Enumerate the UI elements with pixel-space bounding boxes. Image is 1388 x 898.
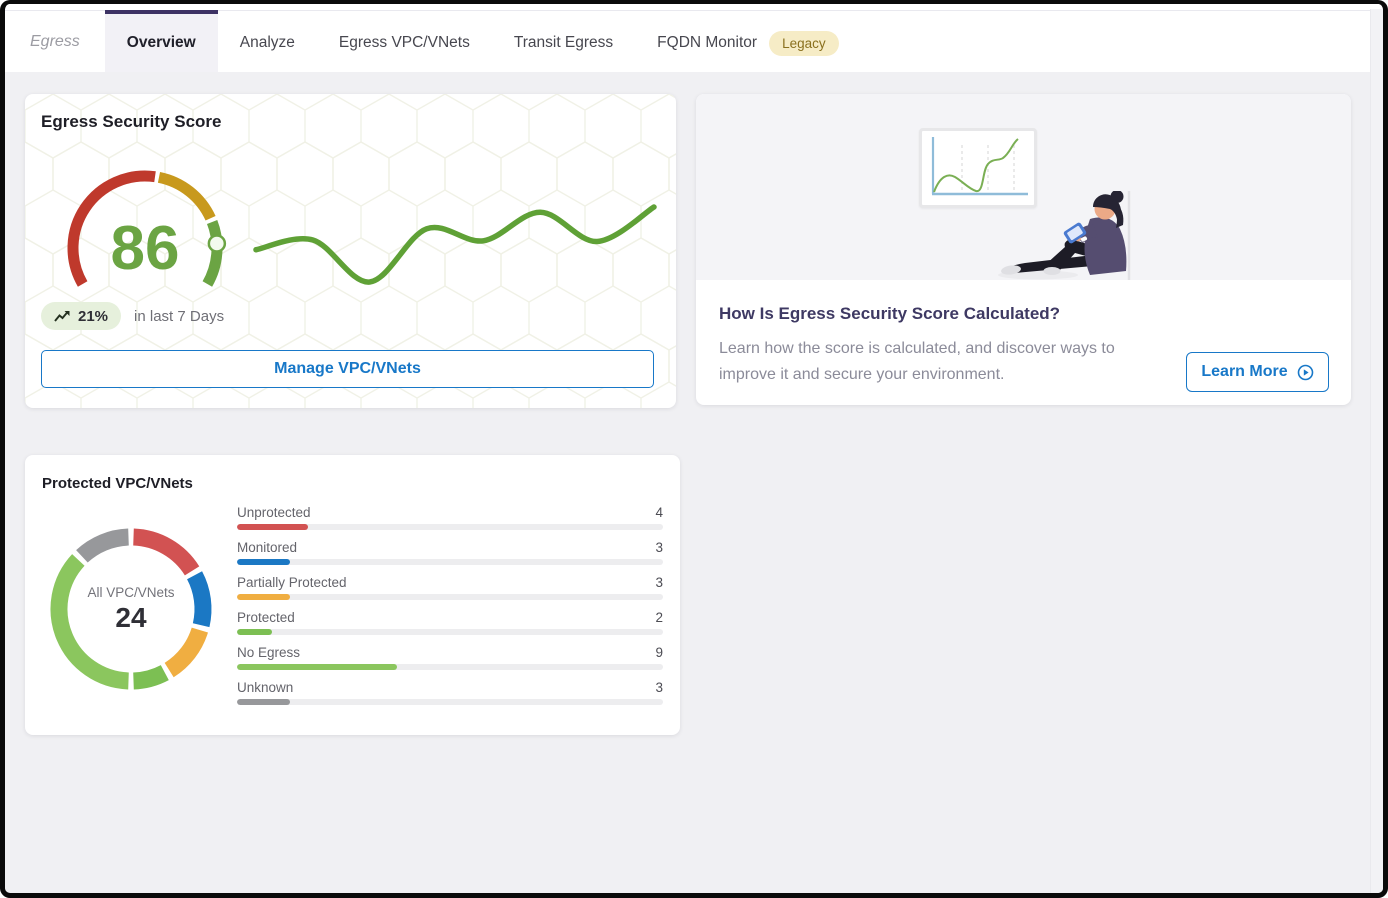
trend-period-label: in last 7 Days [134,308,224,325]
tab-transit-egress[interactable]: Transit Egress [492,10,635,72]
legend-bar-fill [237,664,397,670]
legacy-badge: Legacy [769,31,839,56]
app-frame: Egress Overview Analyze Egress VPC/VNets… [0,0,1388,898]
legend-bar-fill [237,524,308,530]
tabs-row: Egress Overview Analyze Egress VPC/VNets… [5,10,1383,72]
illustration-person [993,191,1138,281]
score-card-title: Egress Security Score [41,112,221,132]
legend-value: 3 [655,540,663,555]
tab-bar: Egress Overview Analyze Egress VPC/VNets… [5,4,1383,72]
protected-card-title: Protected VPC/VNets [42,475,193,492]
legend-value: 9 [655,645,663,660]
protected-vpc-vnets-card: Protected VPC/VNets All VPC/VNets 24 Unp… [25,455,680,735]
tab-egress-vpc-vnets-label: Egress VPC/VNets [339,34,470,52]
tab-egress-vpc-vnets[interactable]: Egress VPC/VNets [317,10,492,72]
legend-row-no-egress: No Egress 9 [237,645,663,670]
legend-row-protected: Protected 2 [237,610,663,635]
learn-more-button[interactable]: Learn More [1186,352,1329,392]
score-calculated-info-card: How Is Egress Security Score Calculated?… [696,94,1351,405]
trend-pill: 21% [41,302,121,330]
learn-more-label: Learn More [1201,363,1287,381]
trend-change-value: 21% [78,308,108,325]
tab-overview[interactable]: Overview [105,10,218,72]
legend-bar-track [237,664,663,670]
legend-bar-track [237,594,663,600]
score-trend-sparkline [253,200,659,290]
donut-center-label: All VPC/VNets [87,585,174,600]
manage-vpc-vnets-button[interactable]: Manage VPC/VNets [41,350,654,388]
score-value: 86 [111,214,180,283]
legend-bar-fill [237,594,290,600]
legend-bar-track [237,559,663,565]
tab-analyze-label: Analyze [240,34,295,52]
legend-value: 2 [655,610,663,625]
legend-bar-track [237,524,663,530]
legend-bar-fill [237,559,290,565]
tab-overview-label: Overview [127,34,196,52]
legend-bar-fill [237,699,290,705]
legend-row-unknown: Unknown 3 [237,680,663,705]
legend-bar-track [237,699,663,705]
protected-legend: Unprotected 4 Monitored 3 Partially Prot… [237,505,663,715]
tab-analyze[interactable]: Analyze [218,10,317,72]
tab-fqdn-monitor[interactable]: FQDN Monitor Legacy [635,10,860,72]
illustration-area [696,94,1351,280]
info-heading: How Is Egress Security Score Calculated? [719,304,1060,324]
app-screen: Egress Overview Analyze Egress VPC/VNets… [0,0,1388,898]
legend-row-unprotected: Unprotected 4 [237,505,663,530]
vertical-scrollbar[interactable] [1370,9,1383,893]
egress-security-score-card: Egress Security Score 86 21% in last 7 D… [25,94,676,408]
legend-label: Unprotected [237,505,311,520]
legend-bar-fill [237,629,272,635]
legend-label: Partially Protected [237,575,347,590]
legend-value: 4 [655,505,663,520]
tab-transit-egress-label: Transit Egress [514,34,613,52]
legend-label: Unknown [237,680,293,695]
breadcrumb-egress: Egress [5,11,105,72]
tab-fqdn-monitor-label: FQDN Monitor [657,34,757,52]
legend-row-partially-protected: Partially Protected 3 [237,575,663,600]
donut-center-value: 24 [115,602,147,633]
legend-label: Protected [237,610,295,625]
legend-label: Monitored [237,540,297,555]
legend-bar-track [237,629,663,635]
legend-row-monitored: Monitored 3 [237,540,663,565]
legend-label: No Egress [237,645,300,660]
score-trend-row: 21% in last 7 Days [41,302,224,330]
legend-value: 3 [655,680,663,695]
legend-value: 3 [655,575,663,590]
play-circle-icon [1297,364,1314,381]
info-body-text: Learn how the score is calculated, and d… [719,336,1157,388]
protected-donut-chart: All VPC/VNets 24 [45,521,217,697]
trending-up-icon [54,309,71,323]
